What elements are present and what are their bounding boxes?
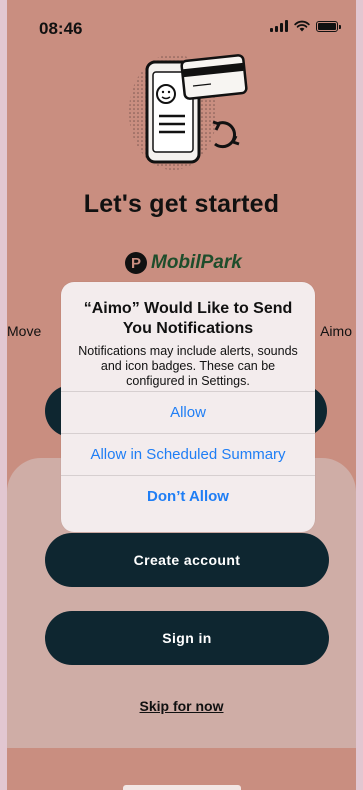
- allow-scheduled-summary-button[interactable]: Allow in Scheduled Summary: [61, 433, 315, 475]
- brand-logo: P MobilPark: [125, 252, 242, 274]
- phone-screen: 08:46 Let's get started P MobilPark Move…: [7, 0, 356, 790]
- brand-name: MobilPark: [151, 252, 242, 273]
- alert-title: “Aimo” Would Like to Send You Notificati…: [83, 300, 293, 337]
- parking-icon: P: [125, 252, 147, 274]
- allow-button[interactable]: Allow: [61, 391, 315, 433]
- bottom-strip: [7, 748, 356, 790]
- battery-icon: [316, 21, 341, 32]
- skip-for-now-link[interactable]: Skip for now: [7, 698, 356, 714]
- alert-header: “Aimo” Would Like to Send You Notificati…: [61, 282, 315, 391]
- sign-in-button[interactable]: Sign in: [45, 611, 329, 665]
- status-time: 08:46: [39, 19, 83, 38]
- create-account-button[interactable]: Create account: [45, 533, 329, 587]
- alert-message: Notifications may include alerts, sounds…: [78, 344, 298, 388]
- status-icons: [270, 20, 341, 32]
- page-title: Let's get started: [83, 190, 280, 218]
- dont-allow-button[interactable]: Don’t Allow: [61, 475, 315, 517]
- partial-description-left: Move: [7, 323, 42, 339]
- home-indicator[interactable]: [123, 785, 241, 790]
- phone-card-illustration-icon: [129, 54, 248, 170]
- wifi-icon: [294, 20, 310, 32]
- notification-permission-alert: “Aimo” Would Like to Send You Notificati…: [61, 282, 315, 532]
- partial-description-right: Aimo: [320, 323, 352, 339]
- signal-icon: [270, 20, 288, 32]
